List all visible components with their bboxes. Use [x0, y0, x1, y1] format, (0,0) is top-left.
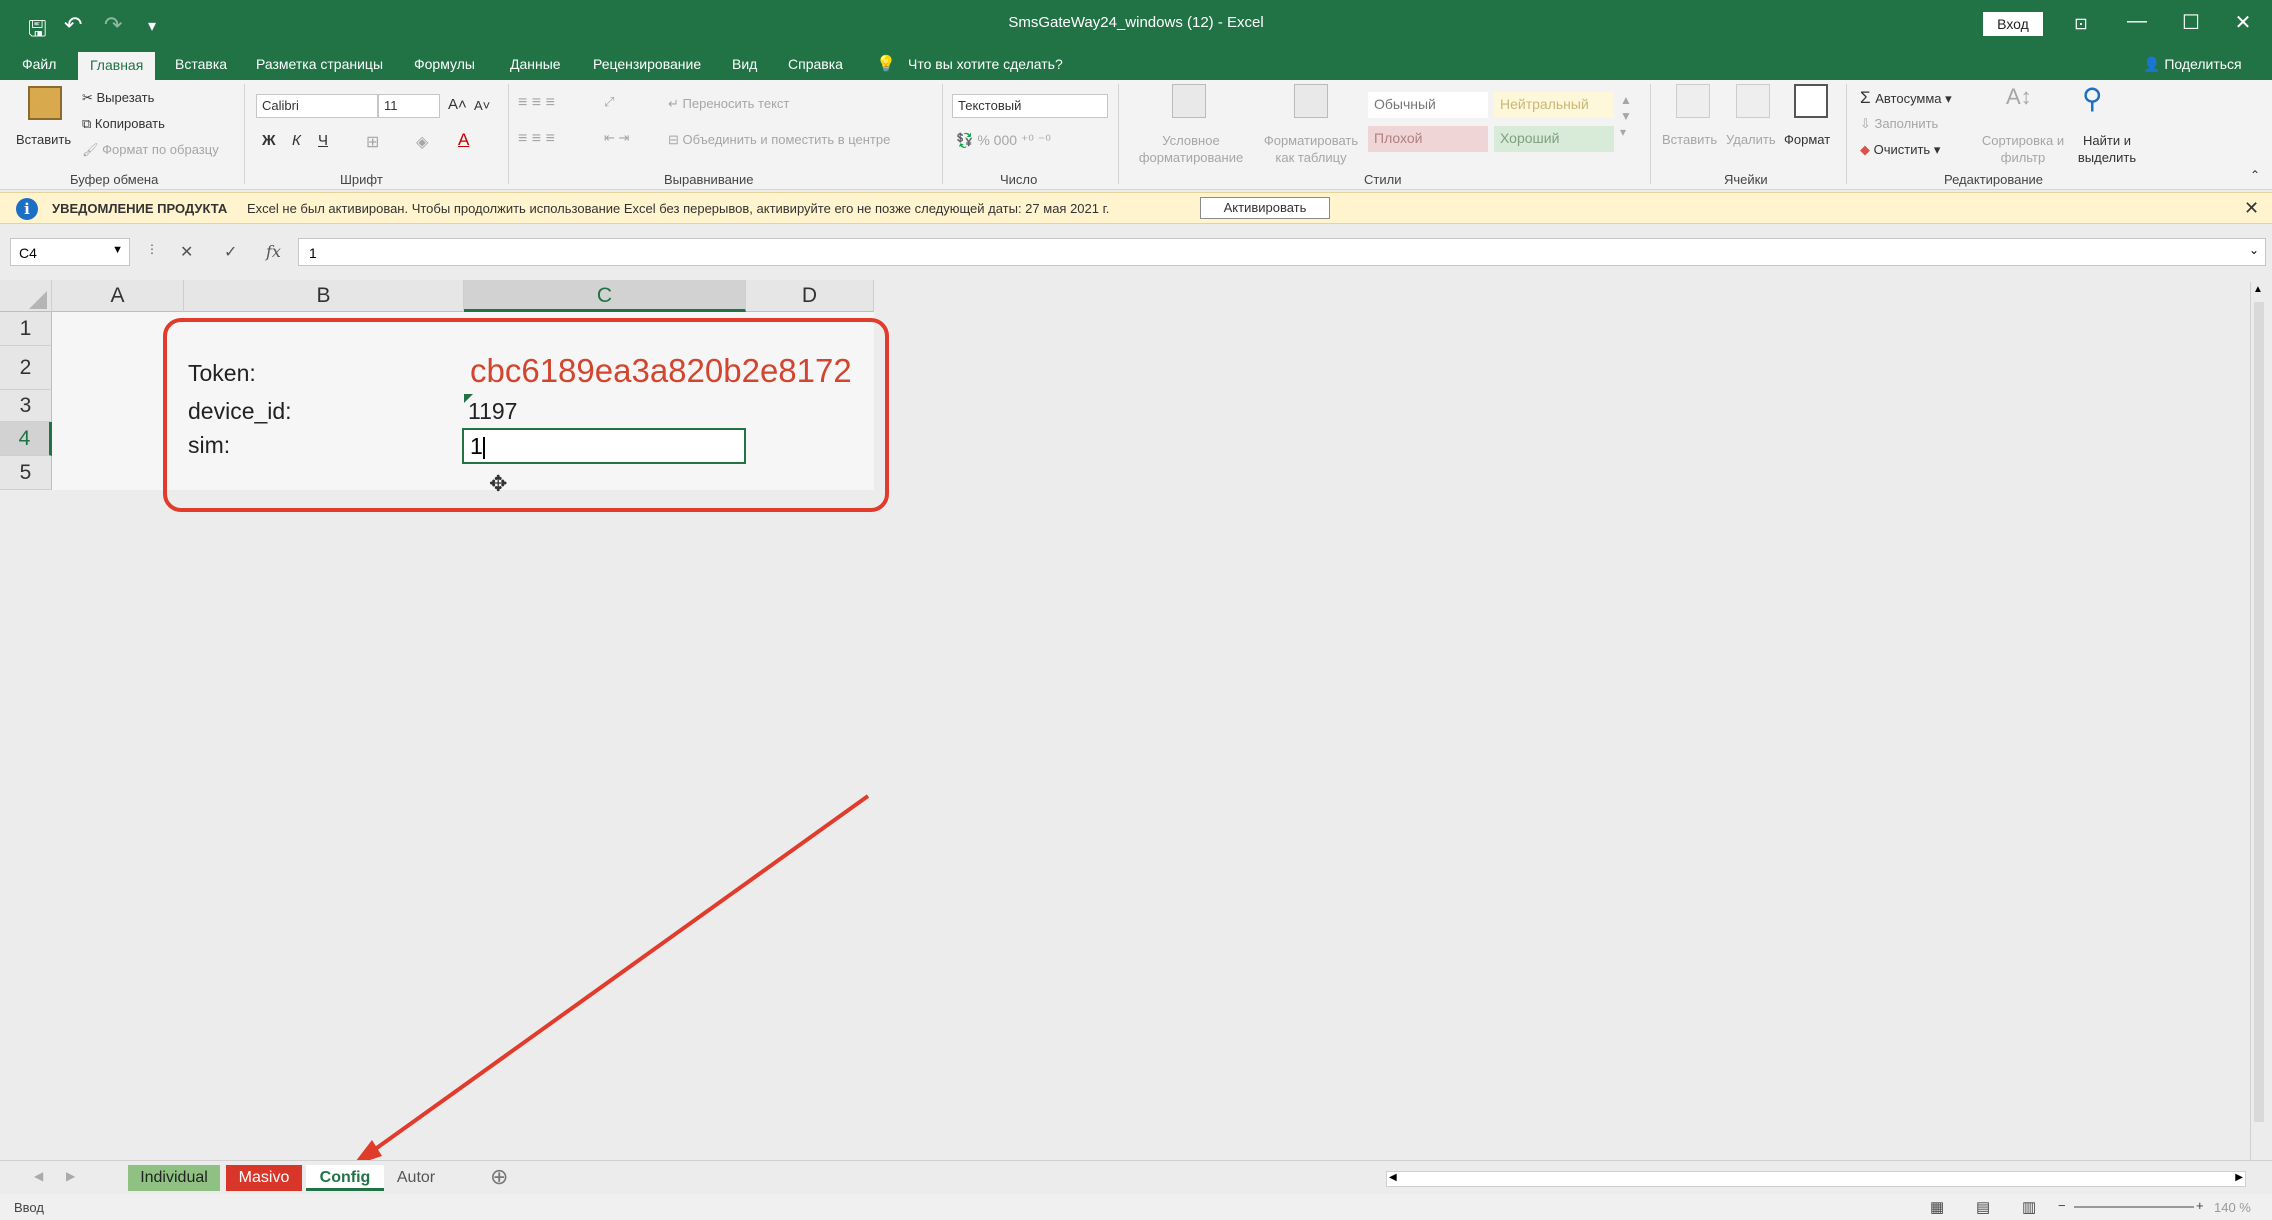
zoom-in-icon[interactable]: + — [2196, 1198, 2204, 1213]
add-sheet-icon[interactable]: ⊕ — [490, 1164, 508, 1190]
zoom-slider[interactable] — [2074, 1206, 2194, 1208]
scroll-up-icon[interactable]: ▲ — [2253, 284, 2263, 295]
horizontal-scrollbar[interactable]: ◀ ▶ — [1386, 1171, 2246, 1187]
status-bar: Ввод ▦ ▤ ▥ − + 140 % — [0, 1194, 2272, 1220]
normal-view-icon[interactable]: ▦ — [1930, 1198, 1944, 1216]
excel-window: 🖫 ↶ ↷ ▾ SmsGateWay24_windows (12) - Exce… — [0, 0, 2272, 1220]
sheet-tab-bar: ◀ ▶ Individual Masivo Config Autor ⊕ ◀ ▶ — [0, 1160, 2272, 1194]
sheet-tab-config[interactable]: Config — [306, 1165, 384, 1191]
zoom-out-icon[interactable]: − — [2058, 1198, 2066, 1213]
sheet-tab-individual[interactable]: Individual — [128, 1165, 220, 1191]
next-sheet-icon[interactable]: ▶ — [66, 1169, 75, 1183]
sheet-tab-masivo[interactable]: Masivo — [226, 1165, 302, 1191]
vertical-scrollbar[interactable]: ▲ — [2250, 282, 2266, 1162]
vertical-scroll-thumb[interactable] — [2254, 302, 2264, 1122]
status-mode: Ввод — [14, 1200, 44, 1215]
zoom-level[interactable]: 140 % — [2214, 1200, 2251, 1215]
sheet-tab-autor[interactable]: Autor — [388, 1165, 444, 1191]
annotation-arrow — [352, 794, 870, 1166]
page-layout-view-icon[interactable]: ▤ — [1976, 1198, 1990, 1216]
scroll-left-icon[interactable]: ◀ — [1389, 1172, 1397, 1183]
page-break-view-icon[interactable]: ▥ — [2022, 1198, 2036, 1216]
prev-sheet-icon[interactable]: ◀ — [34, 1169, 43, 1183]
scroll-right-icon[interactable]: ▶ — [2235, 1172, 2243, 1183]
